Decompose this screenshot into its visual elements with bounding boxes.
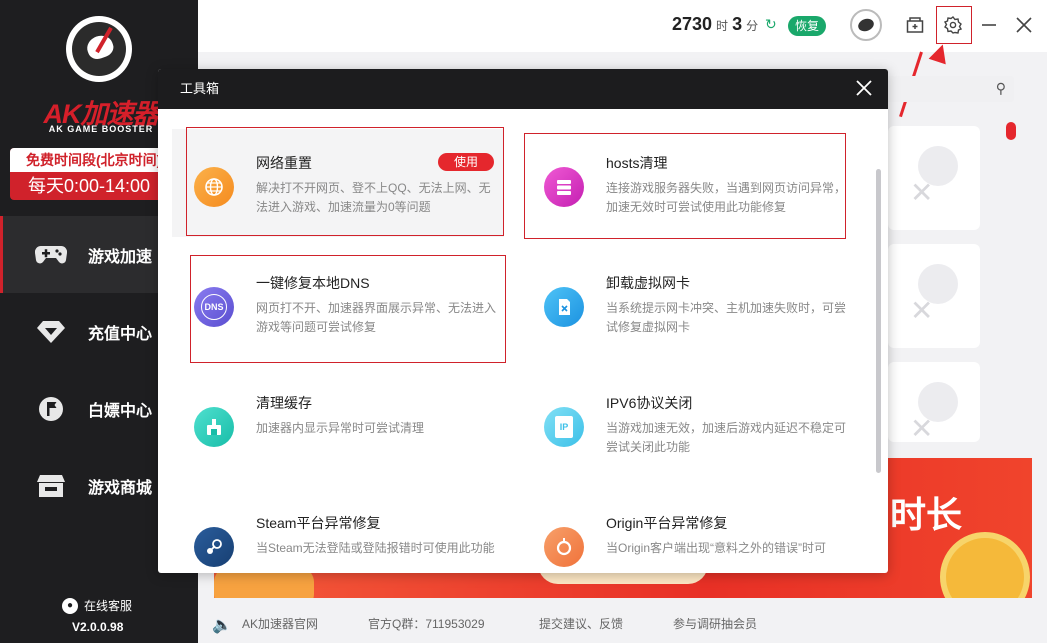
minutes-unit: 分 bbox=[746, 19, 759, 33]
close-icon[interactable] bbox=[852, 77, 876, 101]
remaining-hours: 2730 bbox=[672, 14, 713, 34]
bell-icon: ● bbox=[62, 597, 78, 614]
tool-clear-cache[interactable]: 清理缓存 加速器内显示异常时可尝试清理 bbox=[172, 369, 492, 469]
diamond-icon bbox=[34, 319, 68, 345]
annotation-frame bbox=[524, 133, 846, 239]
qq-group-link[interactable]: 官方Q群：711953029 bbox=[368, 615, 485, 632]
scrollbar-thumb[interactable] bbox=[1006, 122, 1016, 140]
tool-description: 当Steam无法登陆或登陆报错时可使用此功能 bbox=[256, 541, 495, 555]
gamepad-icon bbox=[34, 242, 68, 268]
search-icon: ⚲ bbox=[995, 80, 1006, 96]
top-bar: 2730 时 3 分 ↻ 恢复 bbox=[198, 0, 1047, 52]
sidebar-item-label: 充值中心 bbox=[88, 325, 153, 343]
avatar[interactable] bbox=[850, 9, 882, 41]
tool-description: 当Origin客户端出现“意料之外的错误”时可 bbox=[606, 541, 827, 555]
ip-document-icon: IP bbox=[544, 407, 584, 447]
dialog-scrollbar[interactable] bbox=[876, 169, 881, 473]
tool-title: IPV6协议关闭 bbox=[606, 395, 693, 411]
speaker-icon: 🔈 bbox=[212, 617, 232, 634]
bottom-bar: 🔈 AK加速器官网 官方Q群：711953029 提交建议、反馈 参与调研抽会员 bbox=[198, 600, 1047, 643]
annotation-frame bbox=[190, 255, 506, 363]
origin-icon bbox=[544, 527, 584, 567]
tool-title: Steam平台异常修复 bbox=[256, 515, 381, 531]
app-logo bbox=[66, 16, 132, 82]
sidebar-item-label: 游戏加速 bbox=[88, 248, 153, 266]
tool-description: 当系统提示网卡冲突、主机加速失败时，可尝试修复虚拟网卡 bbox=[606, 301, 847, 334]
game-card[interactable] bbox=[888, 362, 980, 442]
game-card[interactable] bbox=[888, 244, 980, 348]
tool-title: 清理缓存 bbox=[256, 395, 312, 411]
banner-text: 时长 bbox=[890, 494, 963, 535]
broom-icon bbox=[194, 407, 234, 447]
remaining-minutes: 3 bbox=[732, 14, 743, 34]
flag-badge-icon bbox=[34, 396, 68, 422]
online-support-link[interactable]: ● 在线客服 bbox=[62, 597, 132, 614]
coin-icon bbox=[940, 532, 1030, 598]
version-label: V2.0.0.98 bbox=[72, 620, 124, 634]
remaining-time: 2730 时 3 分 bbox=[672, 14, 762, 35]
minimize-icon[interactable] bbox=[976, 12, 1002, 38]
dialog-title: 工具箱 bbox=[180, 81, 220, 96]
sidebar-item-label: 白嫖中心 bbox=[88, 402, 153, 420]
store-icon bbox=[34, 473, 68, 499]
tool-description: 加速器内显示异常时可尝试清理 bbox=[256, 421, 425, 435]
hours-unit: 时 bbox=[716, 19, 729, 33]
tool-title: Origin平台异常修复 bbox=[606, 515, 728, 531]
refresh-icon[interactable]: ↻ bbox=[765, 16, 777, 33]
restore-button[interactable]: 恢复 bbox=[788, 16, 826, 36]
tool-steam-fix[interactable]: Steam平台异常修复 当Steam无法登陆或登陆报错时可使用此功能 bbox=[172, 489, 495, 573]
toolbox-dialog: 工具箱 网络重置 使用 解决打不开网页、登不上QQ、无法上网、无法进入游戏、加速… bbox=[158, 69, 888, 573]
game-search-input[interactable]: ⚲ bbox=[880, 76, 1014, 102]
network-card-icon bbox=[544, 287, 584, 327]
feedback-link[interactable]: 提交建议、反馈 bbox=[539, 615, 623, 632]
dialog-header: 工具箱 bbox=[158, 69, 888, 109]
tool-title: 卸载虚拟网卡 bbox=[606, 275, 690, 291]
tool-description: 当游戏加速无效，加速后游戏内延迟不稳定可尝试关闭此功能 bbox=[606, 421, 847, 454]
steam-icon bbox=[194, 527, 234, 567]
tool-origin-fix[interactable]: Origin平台异常修复 当Origin客户端出现“意料之外的错误”时可 bbox=[522, 489, 842, 573]
tool-disable-ipv6[interactable]: IP IPV6协议关闭 当游戏加速无效，加速后游戏内延迟不稳定可尝试关闭此功能 bbox=[522, 369, 846, 469]
tool-list: 网络重置 使用 解决打不开网页、登不上QQ、无法上网、无法进入游戏、加速流量为0… bbox=[158, 109, 888, 573]
gear-icon[interactable] bbox=[940, 12, 966, 38]
online-support-label: 在线客服 bbox=[84, 599, 133, 613]
website-link[interactable]: AK加速器官网 bbox=[242, 615, 318, 632]
tool-uninstall-netcard[interactable]: 卸载虚拟网卡 当系统提示网卡冲突、主机加速失败时，可尝试修复虚拟网卡 bbox=[522, 249, 846, 349]
brand-subtitle: AK GAME BOOSTER bbox=[48, 124, 154, 134]
sidebar-item-label: 游戏商城 bbox=[88, 479, 153, 497]
game-card[interactable] bbox=[888, 126, 980, 230]
survey-link[interactable]: 参与调研抽会员 bbox=[673, 615, 757, 632]
close-icon[interactable] bbox=[1011, 12, 1037, 38]
annotation-frame bbox=[186, 127, 504, 236]
gift-box-icon[interactable] bbox=[902, 12, 928, 38]
